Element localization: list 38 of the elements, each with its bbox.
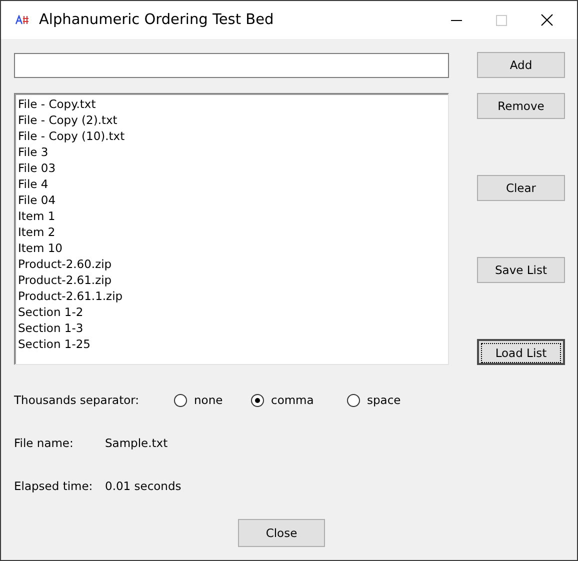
file-name-value: Sample.txt: [105, 435, 168, 451]
file-listbox[interactable]: File - Copy.txt File - Copy (2).txt File - Copy (10).txt File 3 File 03 File 4 File 04 Item 1 Item 2 Item 10 Product-2.60.zip Product-2.61.zip Product-2.61.1.zip Section 1-2 Section 1-3 Section 1-25: [14, 93, 449, 365]
action-button[interactable]: Save List: [477, 257, 565, 283]
action-button[interactable]: Add: [477, 52, 565, 78]
list-item[interactable]: File 4: [18, 176, 445, 192]
file-name-label: File name:: [14, 435, 74, 451]
list-item[interactable]: File 03: [18, 160, 445, 176]
list-item[interactable]: Item 1: [18, 208, 445, 224]
list-item[interactable]: File - Copy (2).txt: [18, 112, 445, 128]
list-item[interactable]: Section 1-25: [18, 336, 445, 352]
app-icon: [15, 15, 29, 25]
list-item[interactable]: Product-2.60.zip: [18, 256, 445, 272]
list-item[interactable]: Section 1-2: [18, 304, 445, 320]
list-item[interactable]: Item 10: [18, 240, 445, 256]
separator-label: Thousands separator:: [14, 393, 140, 407]
elapsed-time-value: 0.01 seconds: [105, 478, 182, 494]
elapsed-time-label: Elapsed time:: [14, 478, 94, 494]
radio-label[interactable]: none: [194, 393, 223, 407]
close-button[interactable]: Close: [238, 519, 325, 547]
list-item[interactable]: File - Copy (10).txt: [18, 128, 445, 144]
list-item[interactable]: File 3: [18, 144, 445, 160]
radio-button[interactable]: [251, 394, 264, 406]
list-item[interactable]: Product-2.61.zip: [18, 272, 445, 288]
action-button[interactable]: Remove: [477, 93, 565, 119]
list-item[interactable]: Section 1-3: [18, 320, 445, 336]
radio-label[interactable]: comma: [271, 393, 314, 407]
list-item[interactable]: Product-2.61.1.zip: [18, 288, 445, 304]
action-button[interactable]: Load List: [477, 339, 565, 365]
action-button[interactable]: Clear: [477, 175, 565, 201]
list-item[interactable]: Item 2: [18, 224, 445, 240]
list-item[interactable]: File 04: [18, 192, 445, 208]
radio-button[interactable]: [174, 394, 187, 406]
close-icon[interactable]: [541, 14, 553, 26]
radio-label[interactable]: space: [367, 393, 401, 407]
text-field[interactable]: [14, 53, 449, 78]
radio-button[interactable]: [347, 394, 360, 406]
window-title: Alphanumeric Ordering Test Bed: [39, 12, 274, 28]
list-item[interactable]: File - Copy.txt: [18, 96, 445, 112]
